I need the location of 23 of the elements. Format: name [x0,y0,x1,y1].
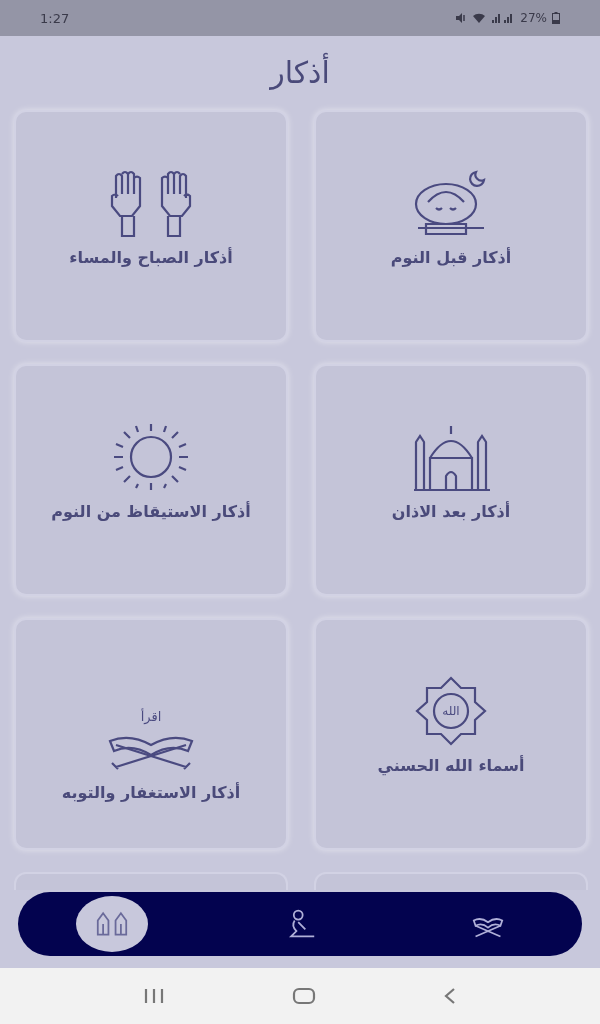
category-card[interactable]: أذكار قبل النوم [314,110,588,342]
card-label: أذكار الاستغفار والتوبه [61,783,241,802]
home-icon[interactable] [292,987,316,1005]
category-card[interactable]: أذكار بعد الاذان [314,364,588,596]
battery-icon [552,12,560,24]
recent-apps-icon[interactable] [143,988,166,1004]
category-card[interactable]: أذكار الاستيقاظ من النوم [14,364,288,596]
card-label: أذكار الصباح والمساء [69,248,233,267]
category-card[interactable]: الله أسماء الله الحسني [314,618,588,850]
status-time: 1:27 [40,10,70,26]
card-label: أذكار الاستيقاظ من النوم [51,502,251,521]
card-label: أذكار قبل النوم [390,248,512,267]
mute-icon [455,12,468,24]
book-caption: اقرأ [140,710,162,723]
category-card[interactable]: اقرأ أذكار الاستغفار والتوبه [14,618,288,850]
back-icon[interactable] [442,987,457,1005]
card-label: أذكار بعد الاذان [391,502,511,521]
wifi-icon [472,12,487,24]
page-title: أذكار [270,54,330,90]
battery-level: 27% [520,11,547,25]
card-label: أسماء الله الحسني [377,756,525,775]
category-card[interactable]: أذكار الصباح والمساء [14,110,288,342]
emblem-text: الله [442,704,460,718]
